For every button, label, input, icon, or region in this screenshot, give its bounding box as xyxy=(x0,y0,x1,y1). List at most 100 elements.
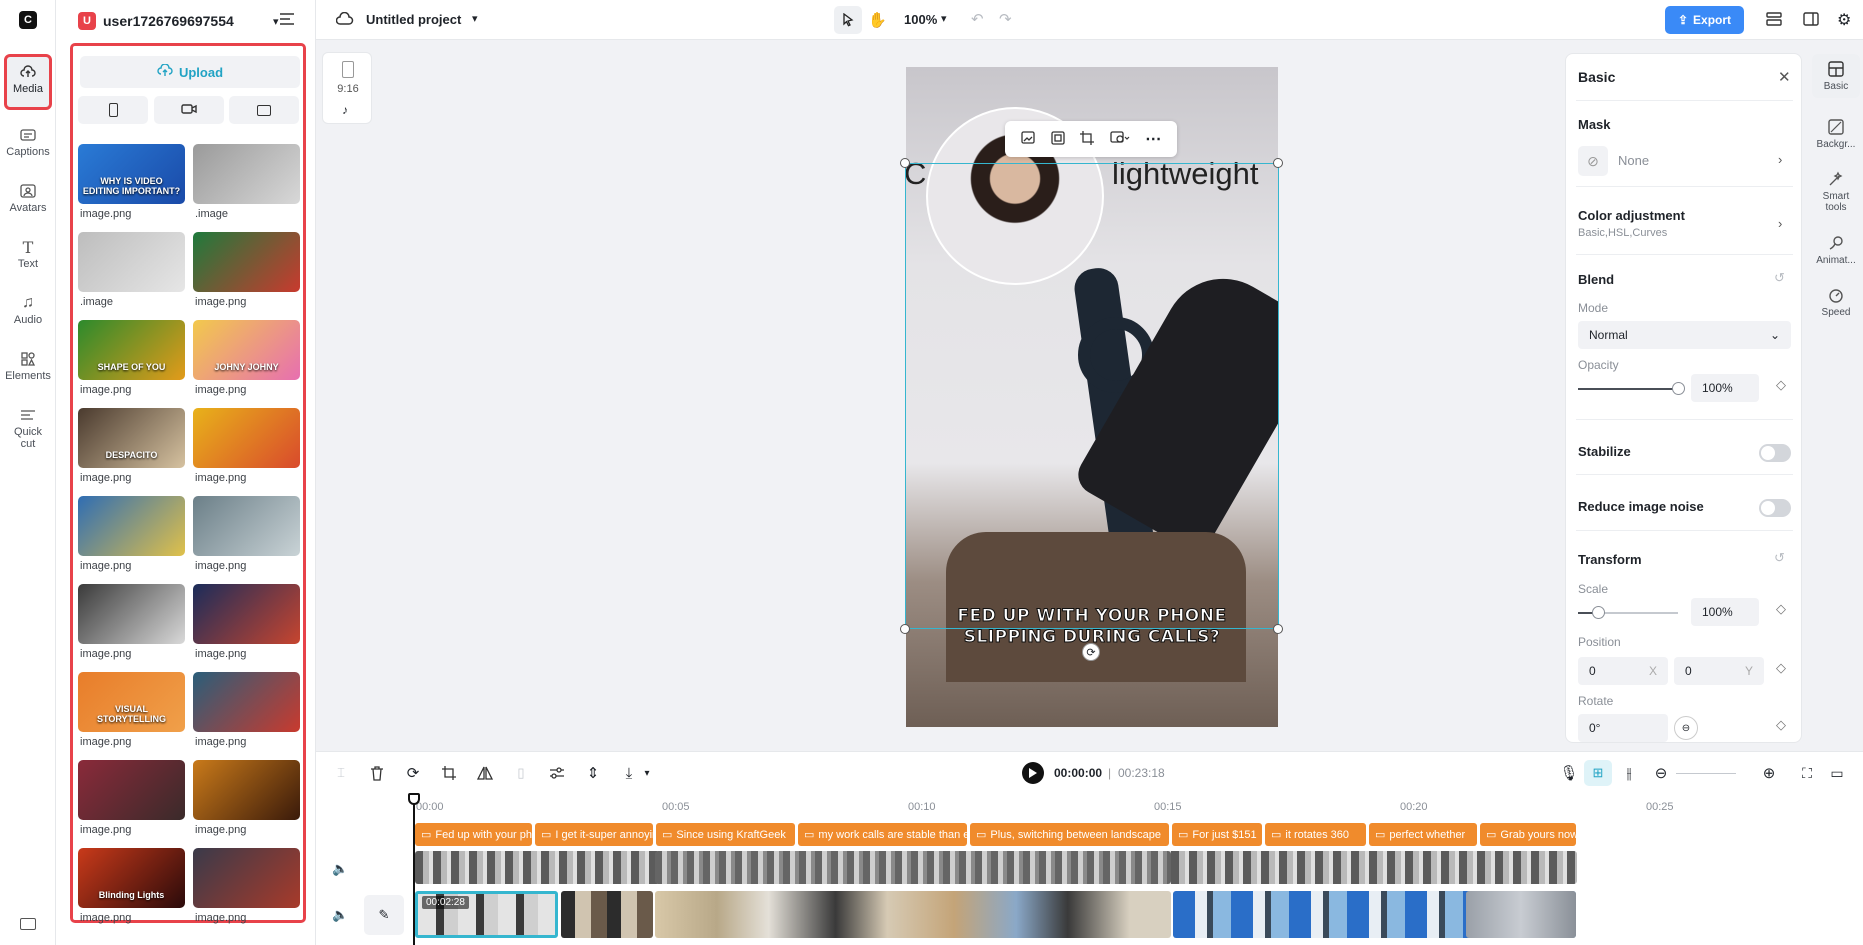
gear-icon[interactable]: ⚙ xyxy=(1837,10,1851,30)
cloud-save-icon[interactable] xyxy=(335,11,354,29)
keyframe-icon[interactable]: ◇ xyxy=(1776,601,1786,617)
track-volume-icon[interactable]: 🔈 xyxy=(332,861,348,877)
rail-item-captions[interactable]: Captions xyxy=(4,120,52,158)
opacity-slider-knob[interactable] xyxy=(1672,382,1685,395)
magnet-snap-button[interactable]: ⊞ xyxy=(1584,760,1612,786)
delete-icon[interactable] xyxy=(368,764,386,782)
rail-item-quick-cut[interactable]: Quick cut xyxy=(4,400,52,450)
rail-item-audio[interactable]: ♫ Audio xyxy=(4,288,52,326)
caption-clip[interactable]: ▭I get it-super annoying xyxy=(535,823,653,846)
media-thumbnail[interactable] xyxy=(193,584,300,644)
rail-item-text[interactable]: T Text xyxy=(4,232,52,271)
reset-icon[interactable]: ↺ xyxy=(1774,270,1785,286)
edit-cover-button[interactable]: ✎ xyxy=(364,895,404,935)
filter-landscape-button[interactable] xyxy=(229,96,299,124)
media-thumbnail[interactable] xyxy=(193,760,300,820)
fullscreen-icon[interactable]: ⛶ xyxy=(1798,764,1816,782)
track-volume-icon[interactable]: 🔈 xyxy=(332,907,348,923)
resize-handle-tl[interactable] xyxy=(900,158,910,168)
tab-basic[interactable]: Basic xyxy=(1812,54,1860,98)
media-thumbnail[interactable] xyxy=(193,232,300,292)
keyframe-icon[interactable]: ◇ xyxy=(1776,717,1786,733)
rotate-dial-icon[interactable]: ⊖ xyxy=(1674,716,1698,740)
redo-icon[interactable]: ↷ xyxy=(999,10,1012,28)
media-thumbnail[interactable]: DESPACITO xyxy=(78,408,185,468)
caption-clip[interactable]: ▭ For just $151 xyxy=(1172,823,1262,846)
video-clip-selected[interactable]: 00:02:28 xyxy=(415,891,558,938)
keyframe-icon[interactable]: ◇ xyxy=(1776,660,1786,676)
app-logo-icon[interactable]: C xyxy=(19,11,37,29)
filter-portrait-button[interactable] xyxy=(78,96,148,124)
rotate-input[interactable]: 0° xyxy=(1578,714,1668,742)
media-thumbnail[interactable]: VISUAL STORYTELLING xyxy=(78,672,185,732)
timeline-zoom-slider[interactable] xyxy=(1676,773,1736,774)
zoom-out-icon[interactable]: ⊖ xyxy=(1652,764,1670,782)
media-thumbnail[interactable]: Blinding Lights xyxy=(78,848,185,908)
stabilize-toggle[interactable] xyxy=(1759,444,1791,462)
media-thumbnail[interactable]: JOHNY JOHNY xyxy=(193,320,300,380)
media-thumbnail[interactable] xyxy=(193,672,300,732)
media-thumbnail[interactable] xyxy=(78,760,185,820)
download-icon[interactable]: ⤓ xyxy=(620,764,638,782)
caption-clip[interactable]: ▭ Plus, switching between landscape xyxy=(970,823,1169,846)
video-clip[interactable] xyxy=(561,891,653,938)
rail-item-avatars[interactable]: Avatars xyxy=(4,176,52,214)
split-icon[interactable]: ⌶ xyxy=(332,764,350,782)
rotate-handle-icon[interactable]: ⟳ xyxy=(1082,643,1100,661)
replace-image-icon[interactable] xyxy=(1021,130,1036,148)
microphone-icon[interactable]: 🎙 xyxy=(1559,764,1578,782)
play-button[interactable] xyxy=(1022,762,1044,784)
crop-icon[interactable] xyxy=(440,764,458,782)
mask-value[interactable]: None xyxy=(1618,153,1649,168)
chevron-down-icon[interactable]: ▾ xyxy=(638,764,656,782)
media-thumbnail[interactable] xyxy=(193,408,300,468)
resize-handle-tr[interactable] xyxy=(1273,158,1283,168)
zoom-level[interactable]: 100% xyxy=(904,12,937,27)
layers-icon[interactable] xyxy=(1766,12,1782,29)
position-x-input[interactable]: 0X xyxy=(1578,657,1668,685)
close-icon[interactable]: ✕ xyxy=(1778,68,1791,86)
tab-background[interactable]: Backgr... xyxy=(1812,118,1860,150)
chevron-down-icon[interactable]: ▾ xyxy=(472,12,478,25)
freeze-icon[interactable]: ▯ xyxy=(512,764,530,782)
playhead-handle[interactable] xyxy=(408,793,420,805)
panel-toggle-icon[interactable] xyxy=(1803,12,1819,29)
selection-box[interactable] xyxy=(905,163,1279,629)
aspect-ratio-card[interactable]: 9:16 ♪ xyxy=(322,52,372,124)
chevron-down-icon[interactable]: ▾ xyxy=(941,12,947,25)
caption-clip[interactable]: ▭ it rotates 360 xyxy=(1265,823,1366,846)
media-thumbnail[interactable] xyxy=(193,848,300,908)
upload-button[interactable]: Upload xyxy=(80,56,300,88)
playhead[interactable] xyxy=(413,793,415,945)
comment-icon[interactable]: ▭ xyxy=(1828,764,1846,782)
media-thumbnail[interactable] xyxy=(193,496,300,556)
project-title[interactable]: Untitled project xyxy=(366,12,461,27)
mask-icon[interactable] xyxy=(1110,130,1130,148)
video-clip[interactable] xyxy=(655,891,1171,938)
rail-item-media[interactable]: Media xyxy=(4,54,52,110)
select-tool-button[interactable] xyxy=(834,6,862,34)
opacity-input[interactable]: 100% xyxy=(1691,374,1759,402)
media-thumbnail[interactable]: SHAPE OF YOU xyxy=(78,320,185,380)
export-button[interactable]: ⇪ Export xyxy=(1665,6,1744,34)
media-thumbnail[interactable] xyxy=(78,584,185,644)
loop-icon[interactable]: ⟳ xyxy=(404,764,422,782)
video-clip[interactable] xyxy=(1466,891,1576,938)
fit-frame-icon[interactable] xyxy=(1051,130,1065,148)
split-vertical-icon[interactable]: ⇕ xyxy=(584,764,602,782)
chevron-right-icon[interactable]: › xyxy=(1778,216,1782,231)
more-options-icon[interactable]: ⋯ xyxy=(1145,129,1161,149)
media-thumbnail[interactable]: WHY IS VIDEO EDITING IMPORTANT? xyxy=(78,144,185,204)
reduce-noise-toggle[interactable] xyxy=(1759,499,1791,517)
color-adjustment-label[interactable]: Color adjustment xyxy=(1578,208,1685,223)
caption-clip[interactable]: ▭ Since using KraftGeek xyxy=(656,823,795,846)
media-thumbnail[interactable] xyxy=(78,232,185,292)
zoom-in-icon[interactable]: ⊕ xyxy=(1760,764,1778,782)
media-thumbnail[interactable] xyxy=(78,496,185,556)
audio-track-clip-segment[interactable] xyxy=(655,851,1171,884)
tab-speed[interactable]: Speed xyxy=(1812,286,1860,318)
tab-animation[interactable]: Animat... xyxy=(1812,234,1860,266)
panel-menu-icon[interactable] xyxy=(279,12,295,26)
caption-overlay[interactable]: FED UP WITH YOUR PHONE SLIPPING DURING C… xyxy=(906,606,1278,648)
reset-icon[interactable]: ↺ xyxy=(1774,550,1785,566)
